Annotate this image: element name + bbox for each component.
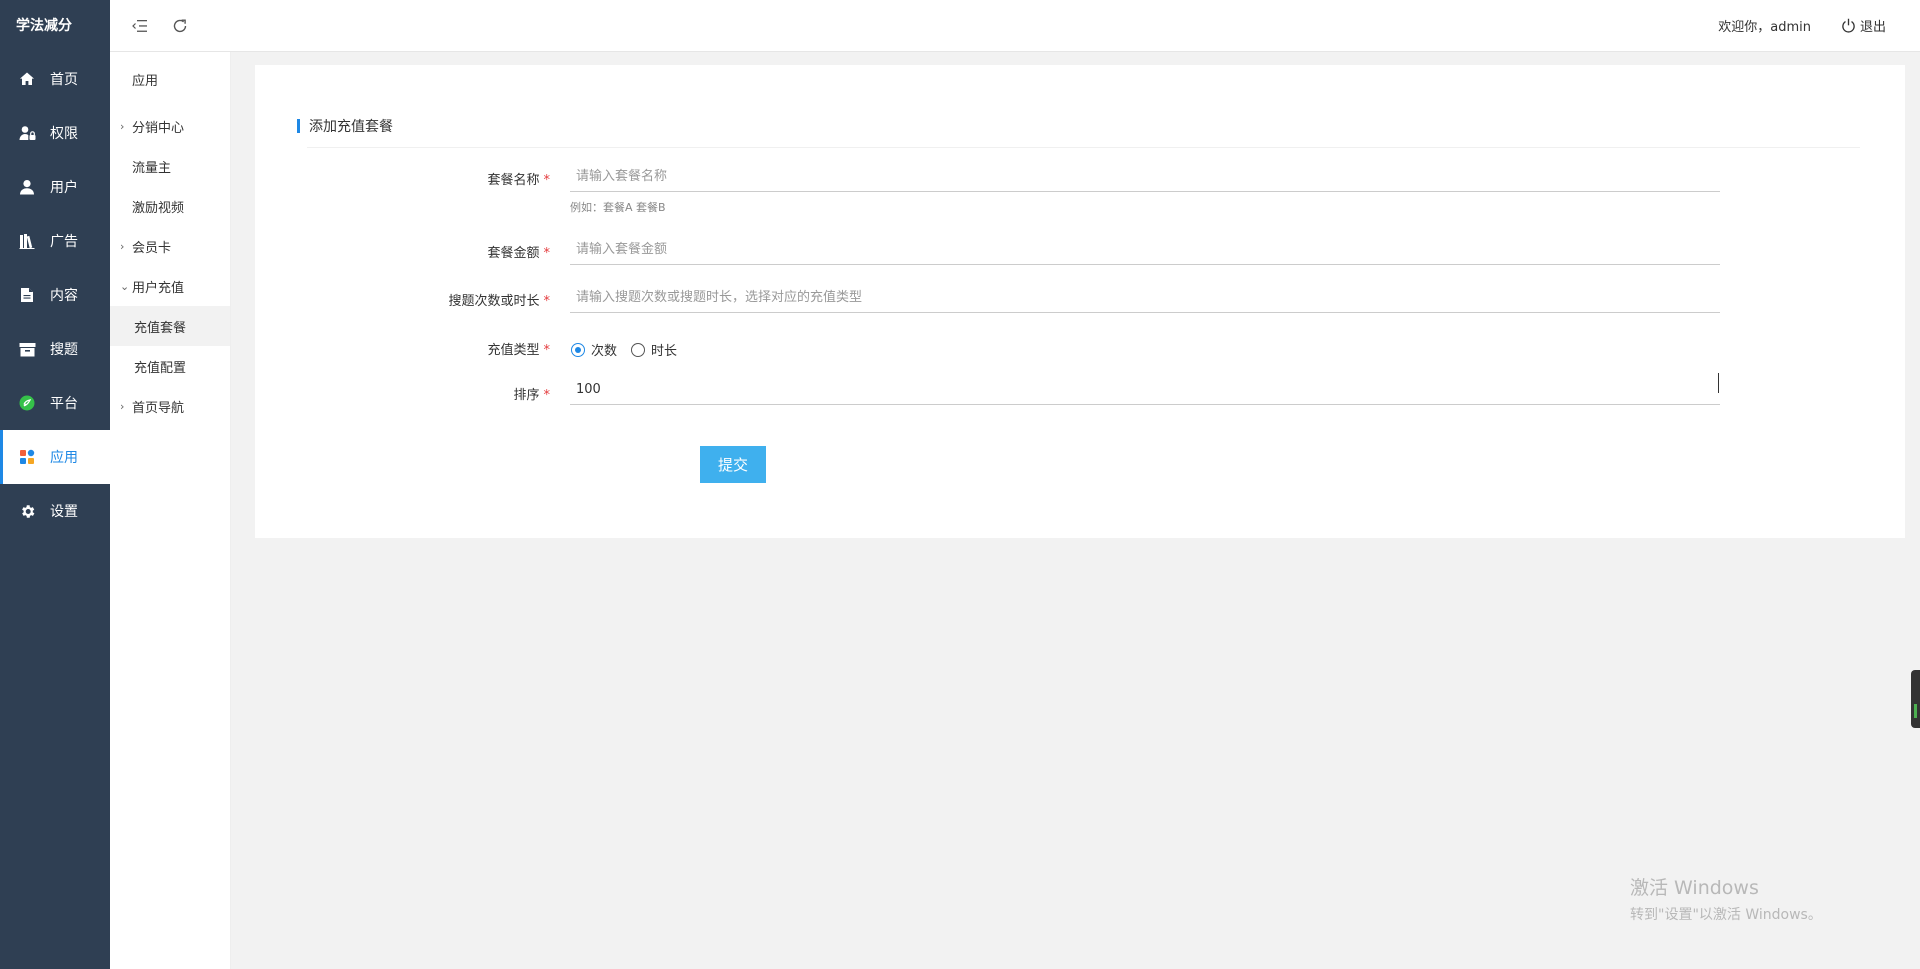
- radio-option-duration[interactable]: 时长: [631, 340, 677, 359]
- sidebar-item-label: 权限: [50, 126, 78, 142]
- submenu-item-home-nav[interactable]: › 首页导航: [110, 386, 230, 426]
- package-name-label: 套餐名称 *: [255, 169, 550, 188]
- home-icon: [16, 68, 38, 90]
- sidebar-item-apps[interactable]: 应用: [0, 430, 110, 484]
- main-sidebar: 学法减分 首页 权限 用户 广告 内容 搜题 平台 应用 设置: [0, 0, 110, 969]
- app-submenu: 应用 › 分销中心 流量主 激励视频 › 会员卡 ⌄ 用户充值 充值套餐 充值配…: [110, 52, 231, 969]
- submenu-item-membership[interactable]: › 会员卡: [110, 226, 230, 266]
- package-name-input[interactable]: [570, 162, 1720, 192]
- radio-label: 次数: [591, 344, 618, 359]
- refresh-icon[interactable]: [168, 14, 192, 38]
- submenu-item-label: 首页导航: [132, 400, 185, 416]
- apps-icon: [16, 446, 38, 468]
- user-lock-icon: [16, 122, 38, 144]
- header-user-area: 欢迎你，admin 退出: [1718, 16, 1920, 35]
- package-amount-label: 套餐金额 *: [255, 242, 550, 261]
- recharge-type-label: 充值类型 *: [255, 339, 550, 358]
- submenu-item-distribution[interactable]: › 分销中心: [110, 106, 230, 146]
- sidebar-item-label: 内容: [50, 288, 78, 304]
- sidebar-item-platform[interactable]: 平台: [0, 376, 110, 430]
- sidebar-item-label: 设置: [50, 504, 78, 520]
- side-floating-handle[interactable]: [1911, 670, 1920, 728]
- package-amount-input[interactable]: [570, 235, 1720, 265]
- logout-button[interactable]: 退出: [1841, 16, 1886, 35]
- sidebar-item-settings[interactable]: 设置: [0, 484, 110, 538]
- watermark-line2: 转到"设置"以激活 Windows。: [1630, 907, 1822, 923]
- radio-label: 时长: [651, 344, 678, 359]
- sidebar-item-search[interactable]: 搜题: [0, 322, 110, 376]
- sidebar-item-label: 用户: [50, 180, 78, 196]
- sort-input[interactable]: [570, 375, 1720, 405]
- submenu-item-traffic[interactable]: 流量主: [110, 146, 230, 186]
- watermark-line1: 激活 Windows: [1630, 877, 1759, 899]
- count-duration-input[interactable]: [570, 283, 1720, 313]
- welcome-text: 欢迎你，admin: [1718, 20, 1811, 35]
- count-duration-label: 搜题次数或时长 *: [255, 290, 550, 309]
- submenu-item-label: 充值套餐: [134, 320, 187, 336]
- submenu-item-recharge-package[interactable]: 充值套餐: [110, 306, 230, 346]
- title-accent-bar: [297, 119, 300, 133]
- required-mark: *: [543, 246, 551, 261]
- radio-unchecked-icon: [631, 342, 646, 357]
- radio-option-count[interactable]: 次数: [571, 340, 617, 359]
- recharge-type-radio-group: 次数 时长: [571, 340, 691, 359]
- submenu-item-label: 分销中心: [132, 120, 185, 136]
- submenu-item-label: 用户充值: [132, 280, 185, 296]
- submenu-item-user-recharge[interactable]: ⌄ 用户充值: [110, 266, 230, 306]
- sidebar-item-label: 平台: [50, 396, 78, 412]
- submenu-item-recharge-config[interactable]: 充值配置: [110, 346, 230, 386]
- sidebar-item-label: 搜题: [50, 342, 78, 358]
- form-card: 添加充值套餐 套餐名称* 例如：套餐A 套餐B 套餐金额* 搜题次数或时长* 充…: [255, 65, 1905, 538]
- chevron-right-icon: ›: [120, 239, 125, 253]
- submenu-item-label: 激励视频: [132, 200, 185, 216]
- platform-icon: [16, 392, 38, 414]
- required-mark: *: [543, 173, 551, 188]
- chevron-right-icon: ›: [120, 399, 125, 413]
- sidebar-item-content[interactable]: 内容: [0, 268, 110, 322]
- sidebar-item-users[interactable]: 用户: [0, 160, 110, 214]
- package-name-hint: 例如：套餐A 套餐B: [570, 201, 666, 214]
- power-icon: [1842, 18, 1855, 33]
- submenu-item-label: 会员卡: [132, 240, 172, 256]
- submit-button[interactable]: 提交: [700, 446, 766, 483]
- label-text: 充值类型: [487, 343, 540, 358]
- logout-label: 退出: [1859, 20, 1886, 35]
- collapse-menu-icon[interactable]: [128, 14, 152, 38]
- label-text: 套餐金额: [487, 246, 540, 261]
- required-mark: *: [543, 388, 551, 403]
- sidebar-item-permission[interactable]: 权限: [0, 106, 110, 160]
- required-mark: *: [543, 294, 551, 309]
- sidebar-item-label: 广告: [50, 234, 78, 250]
- required-mark: *: [543, 343, 551, 358]
- form-title: 添加充值套餐: [309, 119, 393, 135]
- sidebar-item-label: 应用: [50, 450, 78, 466]
- submenu-item-label: 充值配置: [134, 360, 187, 376]
- chevron-down-icon: ⌄: [120, 279, 130, 293]
- label-text: 套餐名称: [487, 173, 540, 188]
- gear-icon: [16, 500, 38, 522]
- sidebar-item-ads[interactable]: 广告: [0, 214, 110, 268]
- windows-activation-watermark: 激活 Windows 转到"设置"以激活 Windows。: [1630, 873, 1822, 924]
- card-title: 添加充值套餐: [297, 105, 1860, 148]
- archive-icon: [16, 338, 38, 360]
- chevron-right-icon: ›: [120, 119, 125, 133]
- text-cursor: [1718, 373, 1719, 393]
- submenu-item-reward-video[interactable]: 激励视频: [110, 186, 230, 226]
- sidebar-item-label: 首页: [50, 72, 78, 88]
- sidebar-item-home[interactable]: 首页: [0, 52, 110, 106]
- top-header: 欢迎你，admin 退出: [110, 0, 1920, 52]
- user-icon: [16, 176, 38, 198]
- sort-label: 排序 *: [255, 384, 550, 403]
- submenu-title: 应用: [132, 73, 159, 89]
- radio-checked-icon: [571, 342, 585, 357]
- books-icon: [16, 230, 38, 252]
- label-text: 排序: [513, 388, 540, 403]
- label-text: 搜题次数或时长: [448, 294, 540, 309]
- app-brand: 学法减分: [16, 18, 72, 34]
- document-icon: [16, 284, 38, 306]
- submenu-item-label: 流量主: [132, 160, 172, 176]
